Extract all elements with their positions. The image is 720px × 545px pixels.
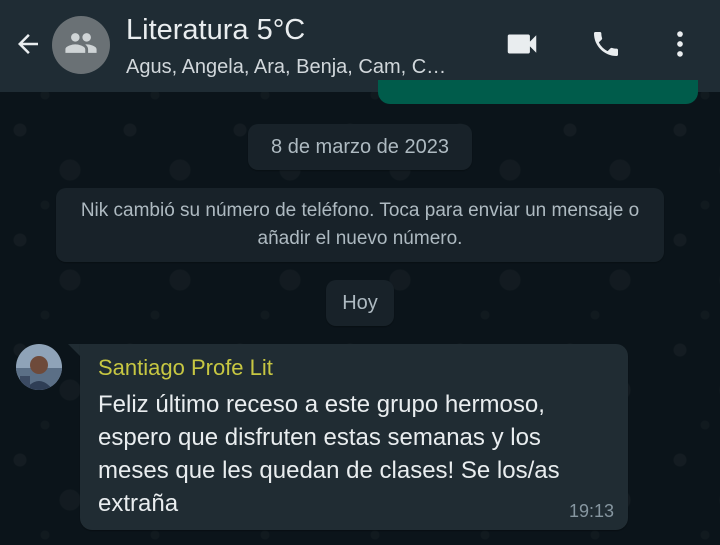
incoming-message-bubble[interactable]: Santiago Profe Lit Feliz último receso a… bbox=[80, 344, 628, 530]
sender-name[interactable]: Santiago Profe Lit bbox=[98, 354, 273, 382]
group-members: Agus, Angela, Ara, Benja, Cam, C… bbox=[126, 56, 447, 78]
more-vertical-icon bbox=[663, 27, 697, 66]
voice-call-button[interactable] bbox=[586, 26, 626, 66]
back-button[interactable] bbox=[8, 26, 48, 66]
sender-avatar[interactable] bbox=[16, 344, 62, 390]
arrow-back-icon bbox=[13, 29, 43, 64]
video-camera-icon bbox=[503, 25, 541, 68]
group-icon bbox=[64, 26, 98, 65]
previous-message-bubble[interactable] bbox=[378, 80, 698, 104]
group-title: Literatura 5°C bbox=[126, 14, 306, 46]
chat-info[interactable]: Literatura 5°C Agus, Angela, Ara, Benja,… bbox=[126, 12, 496, 82]
system-message[interactable]: Nik cambió su número de teléfono. Toca p… bbox=[56, 188, 664, 262]
message-time: 19:13 bbox=[568, 501, 614, 521]
message-text: Feliz último receso a este grupo hermoso… bbox=[98, 391, 560, 517]
more-options-button[interactable] bbox=[660, 26, 700, 66]
chat-header[interactable]: Literatura 5°C Agus, Angela, Ara, Benja,… bbox=[0, 0, 720, 92]
video-call-button[interactable] bbox=[502, 26, 542, 66]
group-avatar[interactable] bbox=[52, 16, 110, 74]
phone-icon bbox=[590, 28, 622, 65]
date-separator: 8 de marzo de 2023 bbox=[248, 124, 472, 170]
today-separator: Hoy bbox=[326, 280, 394, 326]
